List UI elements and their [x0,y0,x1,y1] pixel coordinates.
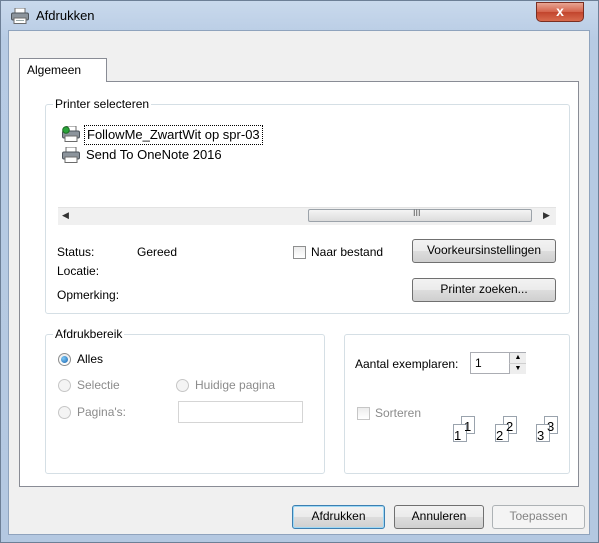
current-page-label[interactable]: Huidige pagina [195,378,275,392]
network-printer-icon [62,126,80,142]
window-title: Afdrukken [36,8,95,23]
copies-label: Aantal exemplaren: [355,357,459,371]
collate-page-number: 2 [506,419,514,434]
all-pages-radio[interactable] [58,353,71,366]
status-label: Status: [57,245,95,259]
copies-value: 1 [475,356,482,370]
status-value: Gereed [137,245,178,259]
spin-down-icon[interactable]: ▼ [509,363,526,374]
selection-label[interactable]: Selectie [77,378,120,392]
horizontal-scrollbar[interactable]: ◀ III ▶ [58,207,556,225]
comment-label: Opmerking: [57,288,120,302]
printer-select-legend: Printer selecteren [53,97,152,111]
find-printer-button[interactable]: Printer zoeken... [412,278,556,302]
pages-label[interactable]: Pagina's: [77,405,126,419]
location-label: Locatie: [57,264,100,278]
scroll-right-arrow-icon[interactable]: ▶ [543,210,550,221]
printer-name: FollowMe_ZwartWit op spr-03 [84,125,263,145]
print-button[interactable]: Afdrukken [292,505,385,529]
copies-group [344,334,570,474]
printer-icon [62,147,80,163]
collate-page-number: 3 [537,428,545,443]
print-to-file-checkbox[interactable] [293,246,306,259]
print-to-file-label[interactable]: Naar bestand [311,245,383,259]
collate-label[interactable]: Sorteren [375,406,421,420]
scroll-thumb[interactable]: III [308,208,532,222]
close-button[interactable]: x [536,2,584,22]
scroll-left-arrow-icon[interactable]: ◀ [62,210,69,221]
apply-button[interactable]: Toepassen [492,505,585,529]
printer-item-followme[interactable]: FollowMe_ZwartWit op spr-03 [62,125,368,145]
copies-input[interactable]: 1 ▲ ▼ [470,352,526,374]
title-bar[interactable]: Afdrukken x [1,1,598,31]
spin-up-icon[interactable]: ▲ [509,353,526,363]
tab-general[interactable]: Algemeen [19,58,107,82]
printer-item-onenote[interactable]: Send To OneNote 2016 [62,146,368,164]
preferences-button[interactable]: Voorkeursinstellingen [412,239,556,263]
printer-icon [11,8,29,24]
selection-radio[interactable] [58,379,71,392]
current-page-radio[interactable] [176,379,189,392]
collate-page-number: 1 [454,428,462,443]
pages-radio[interactable] [58,406,71,419]
printer-name: Send To OneNote 2016 [86,147,222,162]
page-range-legend: Afdrukbereik [53,327,125,341]
collate-page-number: 1 [464,419,472,434]
scroll-grip-icon: III [413,208,421,218]
cancel-button[interactable]: Annuleren [394,505,484,529]
collate-checkbox[interactable] [357,407,370,420]
collate-page-number: 3 [547,419,555,434]
pages-input[interactable] [178,401,303,423]
collate-page-number: 2 [496,428,504,443]
all-pages-label[interactable]: Alles [77,352,103,366]
